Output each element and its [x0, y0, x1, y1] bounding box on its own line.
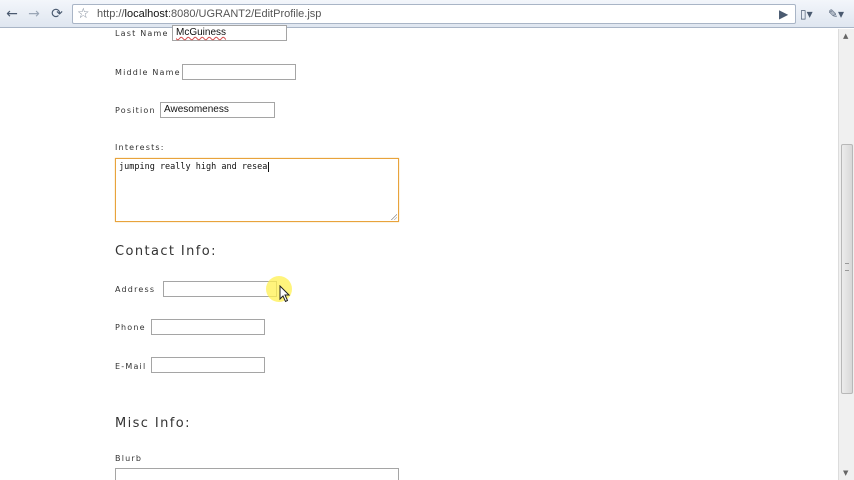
edit-profile-page: Last Name McGuiness Middle Name Position…	[0, 25, 838, 480]
phone-field[interactable]	[151, 319, 265, 335]
contact-info-heading: Contact Info:	[115, 244, 217, 259]
address-label: Address	[115, 285, 156, 294]
scroll-thumb[interactable]	[841, 144, 853, 394]
middle-name-field[interactable]	[182, 64, 296, 80]
vertical-scrollbar[interactable]: ▲ ▼	[838, 29, 854, 480]
page-menu-icon[interactable]: ▯▾	[800, 5, 813, 23]
position-field[interactable]: Awesomeness	[160, 102, 275, 118]
browser-toolbar: ← → ⟳ ☆ http://localhost:8080/UGRANT2/Ed…	[0, 0, 854, 28]
interests-label: Interests:	[115, 143, 165, 152]
mouse-pointer-icon	[279, 285, 291, 303]
reload-icon[interactable]: ⟳	[48, 5, 66, 23]
position-label: Position	[115, 106, 156, 115]
phone-label: Phone	[115, 323, 146, 332]
blurb-label: Blurb	[115, 454, 143, 463]
last-name-field[interactable]: McGuiness	[172, 25, 287, 41]
blurb-textarea[interactable]	[115, 468, 399, 480]
email-label: E-Mail	[115, 362, 147, 371]
misc-info-heading: Misc Info:	[115, 416, 191, 431]
star-icon[interactable]: ☆	[77, 6, 90, 22]
forward-arrow-icon[interactable]: →	[25, 5, 43, 23]
back-arrow-icon[interactable]: ←	[3, 5, 21, 23]
scroll-up-icon[interactable]: ▲	[843, 32, 851, 40]
play-icon[interactable]: ▶	[779, 5, 788, 23]
url-text: http://localhost:8080/UGRANT2/EditProfil…	[97, 8, 322, 20]
middle-name-label: Middle Name	[115, 68, 181, 77]
resize-handle[interactable]	[391, 214, 397, 220]
last-name-label: Last Name	[115, 29, 169, 38]
text-caret	[268, 162, 270, 172]
scroll-down-icon[interactable]: ▼	[843, 469, 851, 477]
email-field[interactable]	[151, 357, 265, 373]
thumb-grip-icon	[845, 263, 849, 271]
interests-textarea[interactable]: jumping really high and resea	[115, 158, 399, 222]
address-bar[interactable]: ☆ http://localhost:8080/UGRANT2/EditProf…	[72, 4, 796, 24]
interests-text: jumping really high and resea	[119, 162, 268, 172]
address-field[interactable]	[163, 281, 277, 297]
wrench-icon[interactable]: ✎▾	[828, 5, 844, 23]
